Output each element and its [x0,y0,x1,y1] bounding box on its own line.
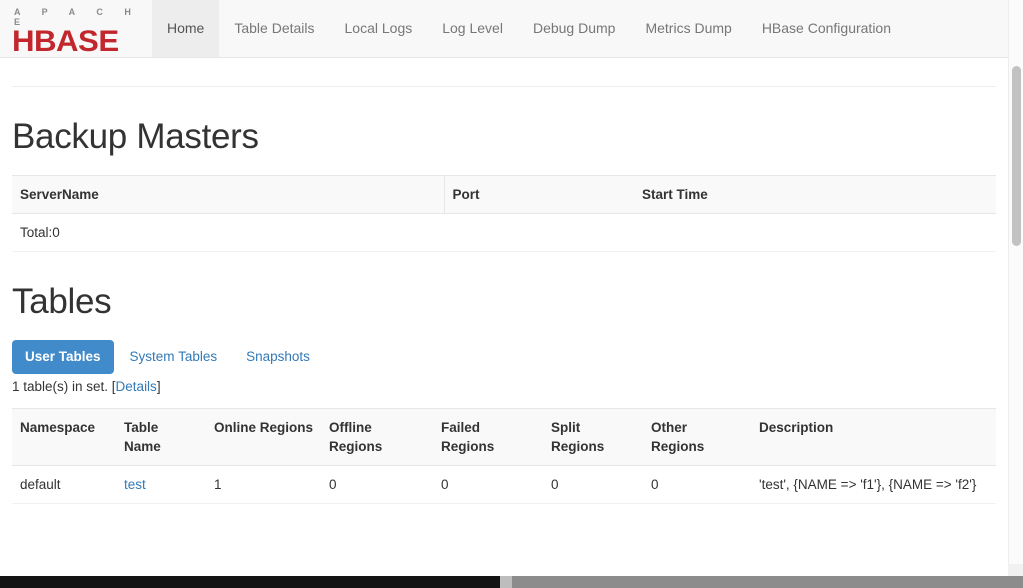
logo-apache-text: A P A C H E [14,7,141,27]
horizontal-scrollbar[interactable] [0,576,1023,588]
column-header-servername: ServerName [12,175,445,214]
table-name-link[interactable]: test [124,477,146,492]
vertical-scrollbar-thumb[interactable] [1012,66,1021,246]
user-tables-table-head: Namespace Table Name Online Regions Offl… [12,408,996,466]
column-header-table-name: Table Name [116,408,206,466]
nav-item-table-details[interactable]: Table Details [219,0,329,57]
tables-set-count-text: 1 table(s) in set. [ [12,379,116,394]
column-header-online-regions: Online Regions [206,408,321,466]
cell-description: 'test', {NAME => 'f1'}, {NAME => 'f2'} [751,465,996,504]
table-row: Total:0 [12,213,996,252]
column-header-start-time: Start Time [634,175,996,214]
backup-masters-title: Backup Masters [12,117,259,156]
nav-item-log-level[interactable]: Log Level [427,0,518,57]
column-header-namespace: Namespace [12,408,116,466]
cell-other-regions: 0 [643,465,751,504]
nav-item-home[interactable]: Home [152,0,220,57]
browser-viewport: A P A C H E HBASE Home Table Details Loc… [0,0,1023,588]
backup-masters-table-body: Total:0 [12,213,996,252]
cell-split-regions: 0 [543,465,643,504]
tables-grid-wrapper: Namespace Table Name Online Regions Offl… [12,408,996,504]
nav-item-hbase-configuration[interactable]: HBase Configuration [747,0,906,57]
tables-tab-list: User Tables System Tables Snapshots [12,340,996,374]
content-top-divider [12,86,996,87]
apache-hbase-logo[interactable]: A P A C H E HBASE [0,0,152,57]
horizontal-scrollbar-thumb[interactable] [0,576,500,588]
table-header-row: ServerName Port Start Time [12,175,996,214]
tables-details-link[interactable]: Details [116,379,157,394]
tables-set-suffix: ] [156,379,161,394]
logo-hbase-text: HBASE [12,25,119,58]
page-content: Backup Masters ServerName Port Start Tim… [0,58,1008,504]
cell-failed-regions: 0 [433,465,543,504]
tables-title: Tables [12,282,112,321]
backup-masters-total: Total:0 [12,213,444,252]
horizontal-scrollbar-divider [500,576,512,588]
vertical-scrollbar[interactable] [1008,0,1023,576]
column-header-offline-regions: Offline Regions [321,408,433,466]
column-header-split-regions: Split Regions [543,408,643,466]
user-tables-table-body: default test 1 0 0 0 0 'test', {NAME => … [12,465,996,504]
column-header-description: Description [751,408,996,466]
tab-snapshots[interactable]: Snapshots [233,340,323,374]
table-row: default test 1 0 0 0 0 'test', {NAME => … [12,465,996,504]
top-navbar: A P A C H E HBASE Home Table Details Loc… [0,0,1008,58]
backup-masters-empty-starttime [634,213,996,252]
navbar-menu: Home Table Details Local Logs Log Level … [152,0,906,57]
backup-masters-empty-port [444,213,634,252]
nav-item-local-logs[interactable]: Local Logs [330,0,428,57]
tables-set-info: 1 table(s) in set. [Details] [12,378,996,396]
column-header-other-regions: Other Regions [643,408,751,466]
tab-user-tables[interactable]: User Tables [12,340,114,374]
cell-online-regions: 1 [206,465,321,504]
column-header-failed-regions: Failed Regions [433,408,543,466]
table-header-row: Namespace Table Name Online Regions Offl… [12,408,996,466]
cell-table-name: test [116,465,206,504]
tab-system-tables[interactable]: System Tables [117,340,231,374]
scrollbar-corner [1008,564,1023,576]
nav-item-metrics-dump[interactable]: Metrics Dump [630,0,746,57]
user-tables-table: Namespace Table Name Online Regions Offl… [12,408,996,504]
column-header-port: Port [444,175,634,214]
cell-offline-regions: 0 [321,465,433,504]
cell-namespace: default [12,465,116,504]
backup-masters-table-head: ServerName Port Start Time [12,175,996,214]
backup-masters-table: ServerName Port Start Time Total:0 [12,175,996,252]
nav-item-debug-dump[interactable]: Debug Dump [518,0,631,57]
